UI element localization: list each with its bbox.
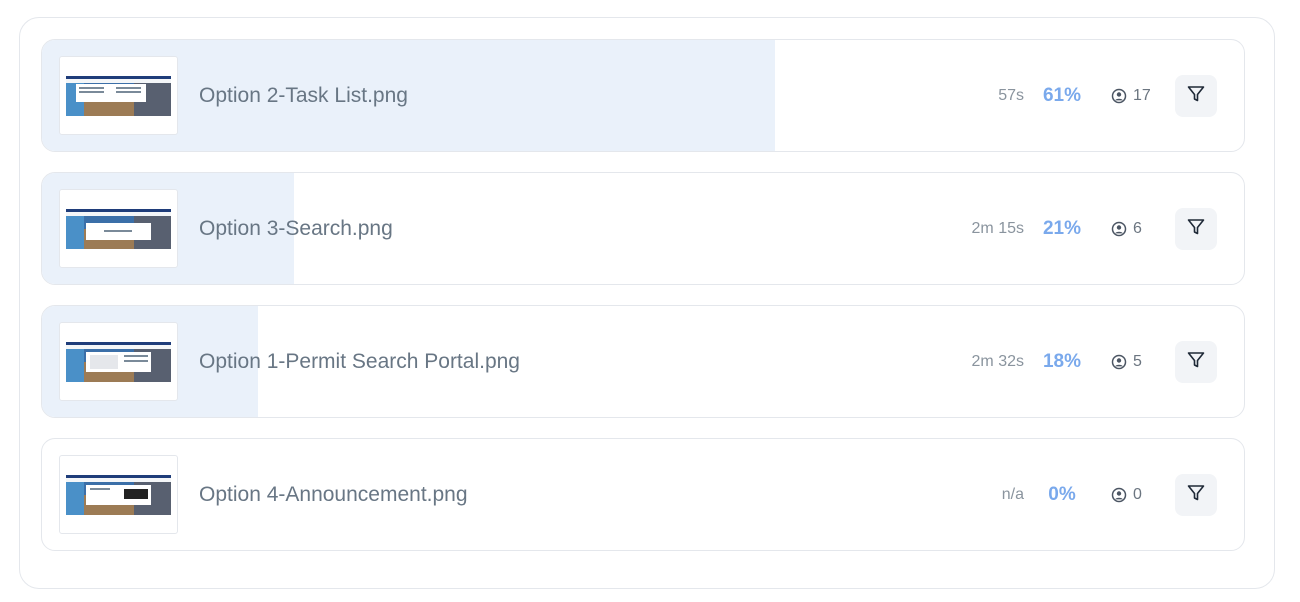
result-users: 0 <box>1111 439 1142 550</box>
result-row[interactable]: Option 4-Announcement.png n/a 0% 0 <box>41 438 1245 551</box>
filter-icon <box>1186 350 1206 375</box>
result-user-count: 6 <box>1133 219 1142 237</box>
filter-icon <box>1186 84 1206 109</box>
user-icon <box>1111 487 1127 503</box>
screenshot-thumbnail <box>59 322 178 401</box>
result-percent: 21% <box>1042 218 1082 239</box>
screenshot-thumbnail <box>59 56 178 135</box>
result-users: 17 <box>1111 40 1151 151</box>
result-time: n/a <box>1001 486 1024 503</box>
result-time: 2m 15s <box>971 220 1024 237</box>
filter-icon <box>1186 217 1206 242</box>
result-percent: 0% <box>1048 484 1076 505</box>
result-users: 6 <box>1111 173 1142 284</box>
result-percent: 61% <box>1042 85 1082 106</box>
result-row[interactable]: Option 3-Search.png 2m 15s 21% 6 <box>41 172 1245 285</box>
result-file-name: Option 2-Task List.png <box>199 84 408 107</box>
user-icon <box>1111 221 1127 237</box>
result-time: 2m 32s <box>971 353 1024 370</box>
results-card: Option 2-Task List.png 57s 61% 17 Option… <box>19 17 1275 589</box>
result-user-count: 5 <box>1133 352 1142 370</box>
screenshot-thumbnail <box>59 189 178 268</box>
result-user-count: 17 <box>1133 86 1151 104</box>
filter-button[interactable] <box>1175 474 1217 516</box>
filter-button[interactable] <box>1175 341 1217 383</box>
filter-button[interactable] <box>1175 75 1217 117</box>
result-user-count: 0 <box>1133 485 1142 503</box>
filter-button[interactable] <box>1175 208 1217 250</box>
result-file-name: Option 1-Permit Search Portal.png <box>199 350 520 373</box>
result-percent: 18% <box>1042 351 1082 372</box>
result-row[interactable]: Option 1-Permit Search Portal.png 2m 32s… <box>41 305 1245 418</box>
result-file-name: Option 4-Announcement.png <box>199 483 468 506</box>
screenshot-thumbnail <box>59 455 178 534</box>
result-row[interactable]: Option 2-Task List.png 57s 61% 17 <box>41 39 1245 152</box>
result-file-name: Option 3-Search.png <box>199 217 393 240</box>
user-icon <box>1111 88 1127 104</box>
filter-icon <box>1186 483 1206 508</box>
user-icon <box>1111 354 1127 370</box>
result-time: 57s <box>998 87 1024 104</box>
result-users: 5 <box>1111 306 1142 417</box>
